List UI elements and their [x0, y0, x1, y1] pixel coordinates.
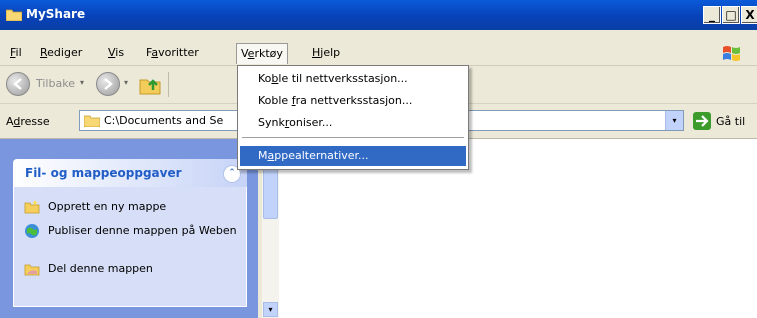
file-folder-tasks: Fil- og mappeoppgaver ⌃ Opprett en ny ma…	[13, 159, 247, 315]
menu-item-post: oniser...	[289, 116, 333, 129]
maximize-button[interactable]: □	[722, 6, 740, 24]
menu-label-post: il	[15, 46, 22, 59]
menu-item-pre: Ko	[258, 72, 272, 85]
menu-rediger[interactable]: Rediger	[36, 44, 86, 62]
back-button[interactable]	[6, 72, 30, 96]
menu-item-pre: M	[258, 149, 268, 162]
publish-web-icon	[25, 224, 39, 238]
menu-hjelp[interactable]: Hjelp	[308, 44, 344, 62]
menu-fil[interactable]: Fil	[6, 44, 26, 62]
go-arrow-icon	[696, 115, 709, 127]
menu-item-pre: Synk	[258, 116, 285, 129]
title-bar: MyShare _ □ X	[0, 0, 757, 30]
go-label[interactable]: Gå til	[716, 115, 745, 128]
menu-bar: Fil Rediger Vis Favoritter Verktøy Hjelp	[0, 30, 757, 66]
back-dropdown-icon[interactable]: ▾	[80, 78, 84, 87]
address-label-post: resse	[20, 115, 50, 128]
back-label: Tilbake	[36, 77, 75, 90]
forward-button[interactable]	[96, 72, 120, 96]
menu-favoritter[interactable]: Favoritter	[142, 44, 203, 62]
folder-icon	[84, 115, 100, 127]
menu-label-post: ediger	[47, 46, 83, 59]
toolbar-separator	[168, 72, 169, 97]
windows-logo-icon	[723, 46, 740, 61]
menu-item-post: ra nettverksstasjon...	[295, 94, 413, 107]
up-folder-icon[interactable]	[138, 72, 162, 96]
task-pane: Fil- og mappeoppgaver ⌃ Opprett en ny ma…	[0, 139, 258, 318]
forward-arrow-icon	[104, 78, 113, 90]
menu-label-post: jelp	[320, 46, 341, 59]
menubar-top-strip	[0, 30, 757, 41]
go-button[interactable]	[693, 112, 711, 130]
menu-label-pre: V	[241, 47, 248, 60]
new-folder-icon	[24, 200, 40, 214]
task-header[interactable]: Fil- og mappeoppgaver ⌃	[13, 159, 247, 187]
menu-item-map-network-drive[interactable]: Koble til nettverksstasjon...	[240, 69, 466, 89]
task-label: Del denne mappen	[48, 262, 153, 275]
menu-item-synchronize[interactable]: Synkroniser...	[240, 113, 466, 133]
menu-separator	[242, 137, 464, 138]
task-header-title: Fil- og mappeoppgaver	[25, 166, 182, 180]
menu-item-folder-options[interactable]: Mappealternativer...	[240, 146, 466, 166]
menu-label-post: voritter	[158, 46, 199, 59]
tools-menu-dropdown: Koble til nettverksstasjon... Koble fra …	[237, 65, 469, 170]
task-label: Opprett en ny mappe	[48, 200, 167, 213]
task-list: Opprett en ny mappe Publiser denne mappe…	[13, 187, 247, 307]
scroll-down-arrow-icon[interactable]: ▾	[263, 302, 278, 317]
menu-label-post: rktøy	[254, 47, 283, 60]
menu-item-post: le til nettverksstasjon...	[278, 72, 408, 85]
forward-dropdown-icon[interactable]: ▾	[124, 78, 128, 87]
address-value: C:\Documents and Se	[104, 114, 224, 127]
menu-item-post: ppealternativer...	[274, 149, 369, 162]
menu-vis[interactable]: Vis	[104, 44, 128, 62]
address-label: Adresse	[6, 115, 50, 128]
address-dropdown-button[interactable]: ▾	[665, 111, 683, 130]
folder-icon	[6, 9, 22, 21]
minimize-button[interactable]: _	[703, 6, 721, 24]
menu-verktoy[interactable]: Verktøy	[236, 43, 288, 64]
window-title: MyShare	[26, 7, 86, 21]
task-label: Publiser denne mappen på Weben	[48, 224, 237, 237]
close-button[interactable]: X	[741, 6, 757, 24]
menu-item-disconnect-network-drive[interactable]: Koble fra nettverksstasjon...	[240, 91, 466, 111]
menu-label-post: is	[115, 46, 125, 59]
menu-item-pre: Koble	[258, 94, 292, 107]
share-folder-icon	[24, 264, 40, 276]
back-arrow-icon	[13, 78, 22, 90]
